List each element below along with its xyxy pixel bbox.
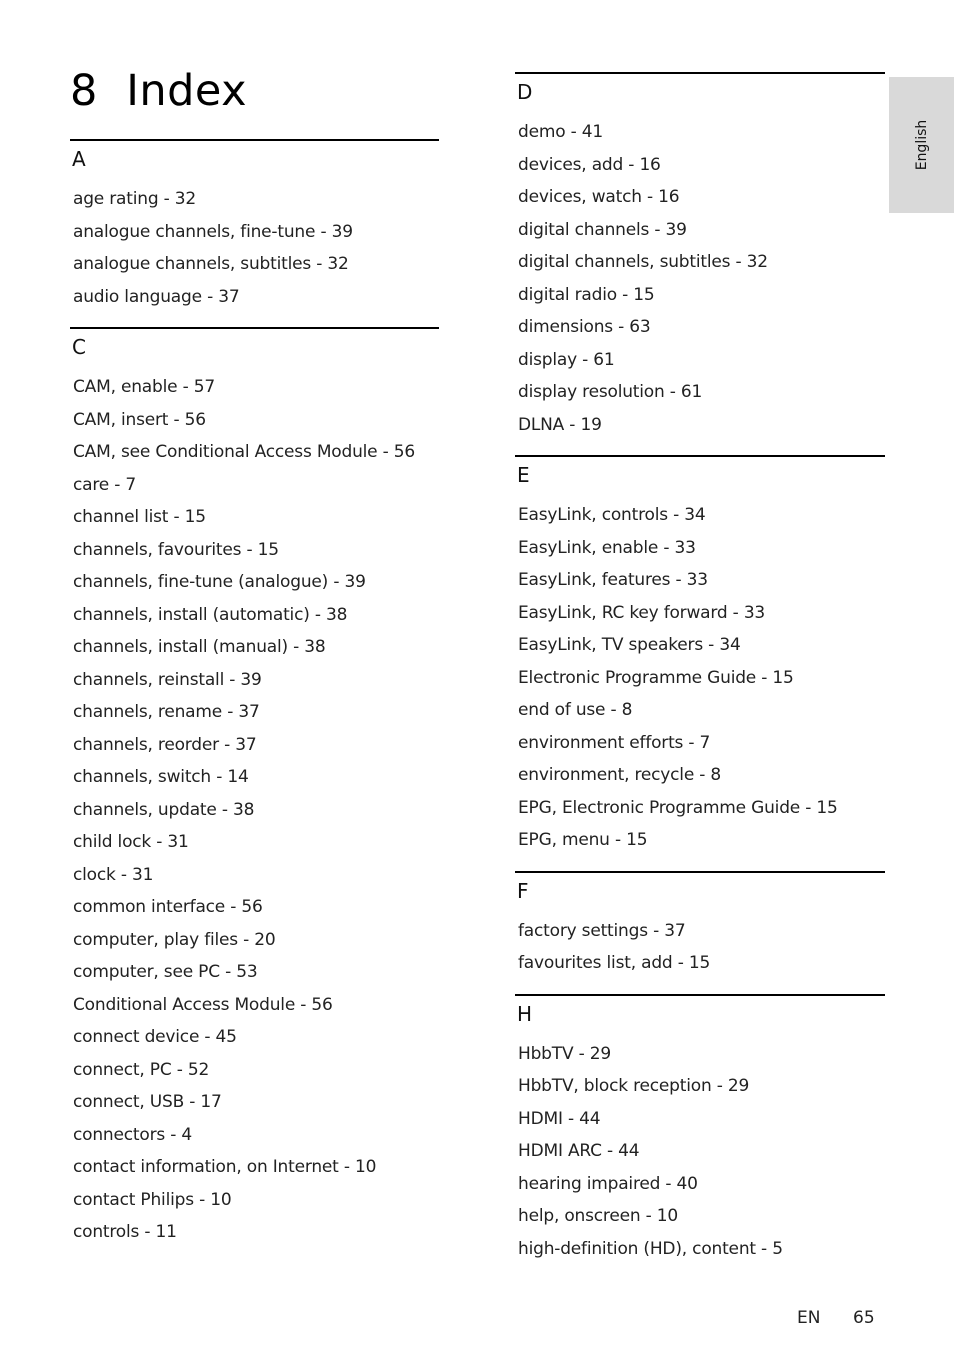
index-entry: EasyLink, controls - 34: [518, 505, 706, 525]
index-entry: clock - 31: [73, 864, 154, 885]
entry-list: demo - 41 devices, add - 16 devices, watch…: [515, 116, 885, 455]
index-entry: contact Philips - 10: [73, 1189, 232, 1210]
index-entry: channels, rename - 37: [73, 702, 260, 722]
index-entry: help, onscreen - 10: [518, 1206, 679, 1226]
index-entry: EasyLink, enable - 33: [518, 537, 696, 558]
index-entry: child lock - 31: [73, 832, 189, 852]
index-entry: demo - 41: [518, 122, 603, 142]
index-entry: connect, PC - 52: [73, 1059, 210, 1080]
index-entry: devices, watch - 16: [518, 187, 680, 207]
index-entry: Conditional Access Module - 56: [73, 994, 333, 1015]
index-entry: digital radio - 15: [518, 284, 655, 305]
index-entry: HDMI ARC - 44: [518, 1141, 640, 1161]
index-entry: EasyLink, features - 33: [518, 570, 708, 590]
entry-list: age rating - 32 analogue channels, fine-t…: [70, 183, 439, 327]
index-entry: channel list - 15: [73, 507, 206, 527]
entry-list: CAM, enable - 57 CAM, insert - 56 CAM, see…: [70, 371, 439, 1263]
index-entry: connect, USB - 17: [73, 1092, 222, 1112]
index-entry: digital channels, subtitles - 32: [518, 252, 768, 272]
index-entry: EPG, Electronic Programme Guide - 15: [518, 797, 838, 818]
index-entry: age rating - 32: [73, 189, 197, 209]
index-entry: common interface - 56: [73, 897, 263, 917]
section-letter: F: [517, 878, 529, 903]
index-entry: devices, add - 16: [518, 154, 661, 175]
index-entry: Electronic Programme Guide - 15: [518, 667, 794, 688]
index-entry: environment, recycle - 8: [518, 765, 722, 785]
index-entry: analogue channels, subtitles - 32: [73, 254, 349, 274]
index-entry: CAM, enable - 57: [73, 377, 215, 397]
index-entry: EasyLink, TV speakers - 34: [518, 635, 741, 655]
index-column-right: Ddemo - 41 devices, add - 16 devices, watc…: [515, 72, 885, 1279]
index-entry: dimensions - 63: [518, 317, 651, 337]
index-section-e: E EasyLink, controls - 34 EasyLink, enable…: [515, 455, 885, 871]
index-entry: favourites list, add - 15: [518, 953, 711, 973]
index-entry: channels, reorder - 37: [73, 734, 257, 755]
index-entry: factory settings - 37: [518, 920, 686, 941]
index-entry: DLNA - 19: [518, 414, 602, 435]
entry-list: EasyLink, controls - 34 EasyLink, enable …: [515, 499, 885, 871]
index-section-a: Aage rating - 32 analogue channels, fine-…: [70, 139, 439, 327]
index-entry: computer, see PC - 53: [73, 962, 258, 982]
index-entry: audio language - 37: [73, 286, 240, 307]
index-entry: channels, switch - 14: [73, 767, 249, 787]
index-entry: channels, favourites - 15: [73, 539, 279, 560]
index-entry: controls - 11: [73, 1222, 177, 1242]
section-letter: E: [517, 463, 530, 487]
index-entry: CAM, insert - 56: [73, 409, 206, 430]
index-entry: EPG, menu - 15: [518, 830, 648, 850]
index-entry: CAM, see Conditional Access Module - 56: [73, 442, 416, 462]
index-entry: high-definition (HD), content - 5: [518, 1238, 783, 1259]
language-tab: English: [889, 77, 954, 213]
section-letter: D: [517, 80, 533, 104]
index-entry: digital channels - 39: [518, 219, 687, 240]
index-section-h: H HbbTV - 29 HbbTV, block reception - 29 HD…: [515, 993, 885, 1280]
index-entry: display - 61: [518, 349, 615, 370]
index-entry: connectors - 4: [73, 1124, 192, 1145]
section-letter: H: [517, 1001, 533, 1026]
index-entry: channels, update - 38: [73, 799, 255, 820]
index-column-left: Aage rating - 32 analogue channels, fine-…: [70, 139, 439, 1263]
index-section-c: C CAM, enable - 57 CAM, insert - 56 CAM, se…: [70, 327, 439, 1263]
index-entry: hearing impaired - 40: [518, 1173, 698, 1194]
section-letter: C: [72, 335, 86, 359]
index-entry: analogue channels, fine-tune - 39: [73, 221, 353, 242]
entry-list: factory settings - 37 favourites list, ad…: [515, 915, 885, 994]
index-entry: HbbTV - 29: [518, 1043, 611, 1064]
index-entry: connect device - 45: [73, 1027, 237, 1047]
index-entry: contact information, on Internet - 10: [73, 1157, 377, 1177]
index-entry: HbbTV, block reception - 29: [518, 1076, 750, 1096]
index-entry: channels, fine-tune (analogue) - 39: [73, 572, 366, 592]
index-entry: computer, play files - 20: [73, 929, 276, 950]
index-section-f: Ffactory settings - 37 favourites list, a…: [515, 870, 885, 994]
index-entry: display resolution - 61: [518, 382, 703, 402]
footer-language: EN: [797, 1308, 821, 1328]
index-entry: end of use - 8: [518, 700, 633, 720]
index-entry: HDMI - 44: [518, 1108, 601, 1129]
entry-list: HbbTV - 29 HbbTV, block reception - 29 HDM…: [515, 1038, 885, 1280]
index-entry: channels, install (automatic) - 38: [73, 604, 348, 625]
index-entry: environment efforts - 7: [518, 732, 711, 753]
language-tab-label: English: [913, 119, 930, 171]
index-section-d: Ddemo - 41 devices, add - 16 devices, watc…: [515, 72, 885, 455]
page-title: 8 Index: [70, 66, 248, 116]
section-letter: A: [72, 147, 86, 171]
index-entry: EasyLink, RC key forward - 33: [518, 602, 766, 623]
index-entry: channels, install (manual) - 38: [73, 637, 326, 657]
index-entry: channels, reinstall - 39: [73, 669, 262, 690]
index-entry: care - 7: [73, 474, 136, 495]
page-number: 65: [853, 1308, 875, 1328]
